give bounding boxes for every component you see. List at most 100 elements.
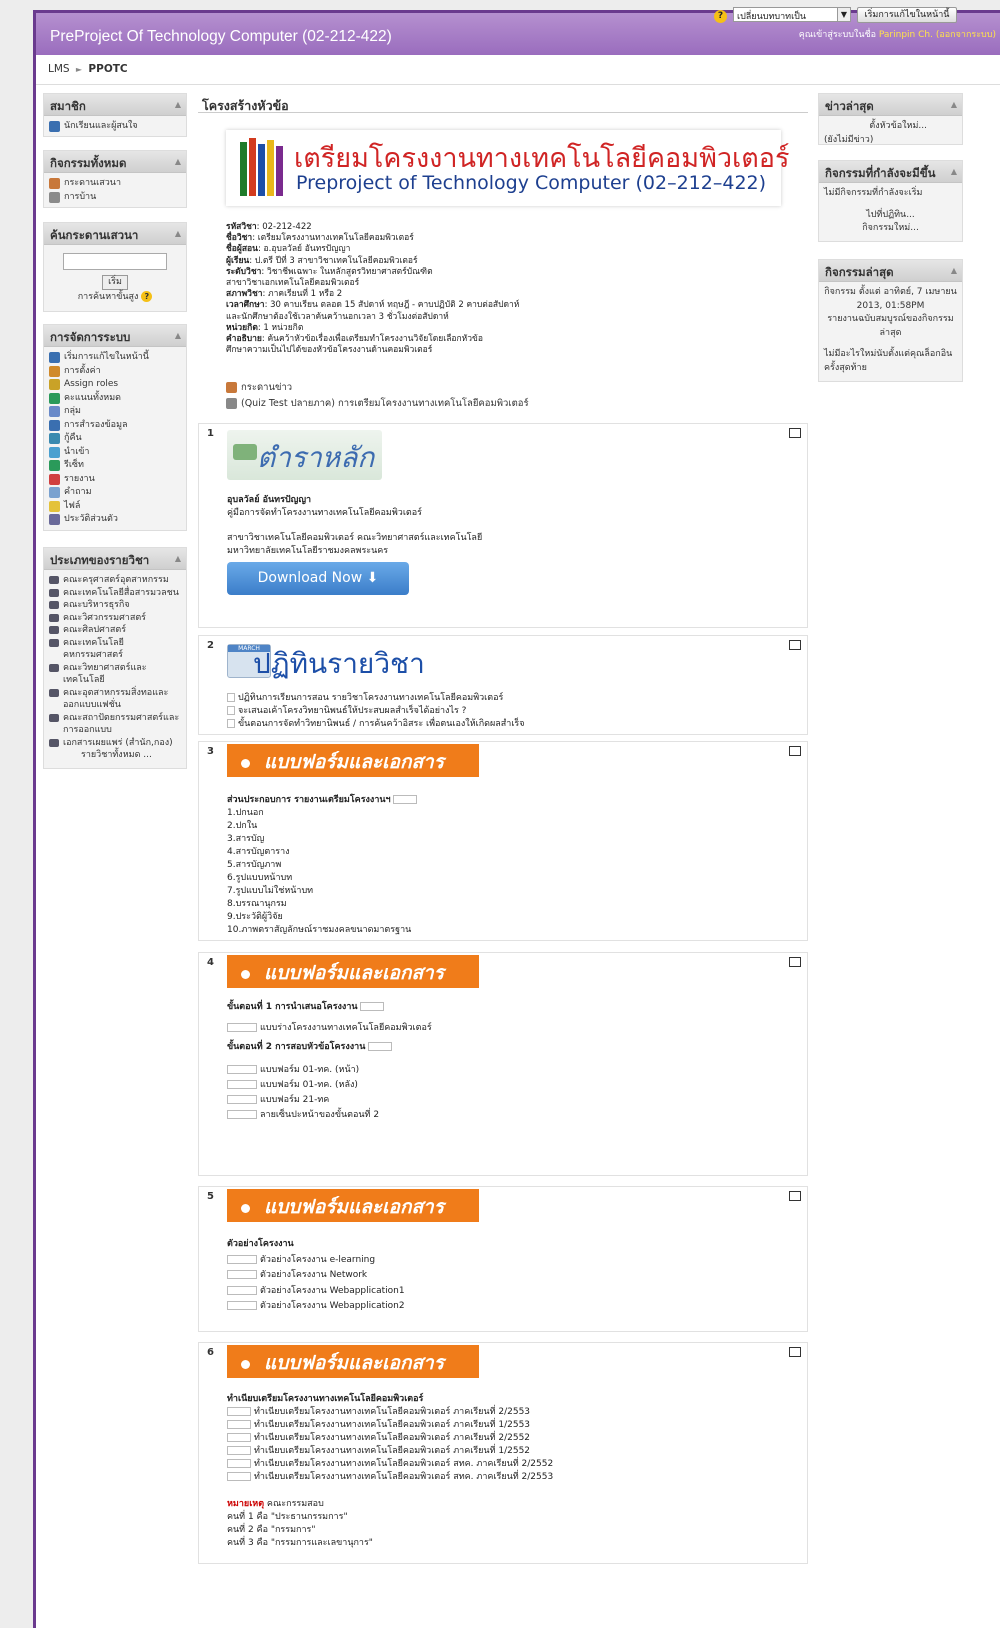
role-select[interactable]: เปลี่ยนบทบาทเป็น ▼	[733, 7, 851, 22]
activity-label: การบ้าน	[64, 191, 97, 202]
highlight-toggle[interactable]	[789, 1347, 801, 1357]
category-item[interactable]: เอกสารเผยแพร่ (สำนัก,กอง)	[49, 737, 181, 750]
download-button[interactable]: Download Now ⬇	[227, 562, 409, 595]
admin-item[interactable]: เริ่มการแก้ไขในหน้านี้	[49, 351, 181, 365]
user-name-link[interactable]: Parinpin Ch.	[879, 30, 933, 40]
resource-link[interactable]: ทำเนียบเตรียมโครงงานทางเทคโนโลยีคอมพิวเต…	[227, 1471, 553, 1484]
chevron-down-icon[interactable]: ▼	[837, 8, 850, 21]
resource-link[interactable]: 1.ปกนอก	[227, 807, 420, 820]
resource-link[interactable]: 4.สารบัญตาราง	[227, 846, 420, 859]
collapse-icon[interactable]: ▲	[175, 100, 181, 109]
resource-link[interactable]: ทำเนียบเตรียมโครงงานทางเทคโนโลยีคอมพิวเต…	[227, 1432, 553, 1445]
block-header: ประเภทของรายวิชา ▲	[44, 548, 186, 570]
admin-item[interactable]: การตั้งค่า	[49, 365, 181, 379]
resource-link[interactable]: 6.รูปแบบหน้าบท	[227, 872, 420, 885]
info-key: คำอธิบาย	[226, 334, 262, 345]
category-item[interactable]: คณะวิทยาศาสตร์และ เทคโนโลยี	[49, 662, 181, 687]
admin-item[interactable]: กลุ่ม	[49, 405, 181, 419]
recent-nothing: ไม่มีอะไรใหม่นับตั้งแต่คุณล็อกอินครั้งสุ…	[824, 349, 953, 373]
category-label: คณะบริหารธุรกิจ	[63, 600, 130, 610]
resource-link[interactable]: ทำเนียบเตรียมโครงงานทางเทคโนโลยีคอมพิวเต…	[227, 1406, 553, 1419]
admin-item-label: Assign roles	[64, 379, 119, 389]
highlight-toggle[interactable]	[789, 428, 801, 438]
admin-item[interactable]: นำเข้า	[49, 446, 181, 460]
help-icon[interactable]: ?	[141, 291, 153, 302]
calendar-link[interactable]: ไปที่ปฏิทิน...	[824, 209, 957, 223]
resource-link[interactable]: ขั้นตอนการจัดทำวิทยานิพนธ์ / การค้นคว้าอ…	[227, 718, 525, 731]
category-item[interactable]: คณะศิลปศาสตร์	[49, 624, 181, 637]
resource-link[interactable]: ทำเนียบเตรียมโครงงานทางเทคโนโลยีคอมพิวเต…	[227, 1458, 553, 1471]
resource-link[interactable]: ทำเนียบเตรียมโครงงานทางเทคโนโลยีคอมพิวเต…	[227, 1419, 553, 1432]
resource-link[interactable]: ตัวอย่างโครงงาน e-learning	[227, 1253, 405, 1269]
admin-item[interactable]: คำถาม	[49, 486, 181, 500]
highlight-toggle[interactable]	[789, 957, 801, 967]
admin-item[interactable]: ประวัติส่วนตัว	[49, 513, 181, 527]
admin-item[interactable]: ไฟล์	[49, 500, 181, 514]
category-item[interactable]: คณะวิศวกรรมศาสตร์	[49, 612, 181, 625]
collapse-icon[interactable]: ▲	[951, 100, 957, 109]
quiz-link[interactable]: (Quiz Test ปลายภาค) การเตรียมโครงงานทางเ…	[226, 396, 529, 411]
resource-link[interactable]: แบบฟอร์ม 01-ทค. (หน้า)	[227, 1063, 432, 1078]
add-news-link[interactable]: ตั้งหัวข้อใหม่...	[824, 120, 957, 134]
resource-link[interactable]: 8.บรรณานุกรม	[227, 898, 420, 911]
admin-item[interactable]: Assign roles	[49, 378, 181, 392]
highlight-toggle[interactable]	[789, 746, 801, 756]
collapse-icon[interactable]: ▲	[951, 266, 957, 275]
resource-link[interactable]: ตัวอย่างโครงงาน Webapplication2	[227, 1299, 405, 1315]
search-go-button[interactable]: เริ่ม	[102, 274, 128, 290]
activity-link-assignment[interactable]: การบ้าน	[49, 191, 181, 205]
admin-item[interactable]: คะแนนทั้งหมด	[49, 392, 181, 406]
resource-link[interactable]: 7.รูปแบบไม่ใช่หน้าบท	[227, 885, 420, 898]
highlight-toggle[interactable]	[789, 640, 801, 650]
admin-item[interactable]: รายงาน	[49, 473, 181, 487]
resource-link[interactable]: 9.ประวัติผู้วิจัย	[227, 911, 420, 924]
resource-link[interactable]: 2.ปกใน	[227, 820, 420, 833]
category-item[interactable]: คณะเทคโนโลยีคหกรรมศาสตร์	[49, 637, 181, 662]
category-item[interactable]: คณะเทคโนโลยีสื่อสารมวลชน	[49, 587, 181, 600]
activity-link-forum[interactable]: กระดานเสวนา	[49, 177, 181, 191]
logout-link[interactable]: (ออกจากระบบ)	[936, 30, 996, 40]
resource-link[interactable]: ตัวอย่างโครงงาน Webapplication1	[227, 1284, 405, 1300]
resource-link[interactable]: ลายเซ็นปะหน้าของขั้นตอนที่ 2	[227, 1108, 432, 1123]
course-info-row: และนักศึกษาต้องใช้เวลาค้นคว้านอกเวลา 3 ช…	[226, 312, 519, 323]
category-item[interactable]: คณะสถาปัตยกรรมศาสตร์และ การออกแบบ	[49, 712, 181, 737]
resource-link[interactable]: จะเสนอเค้าโครงวิทยานิพนธ์ให้ประสบผลสำเร็…	[227, 705, 525, 718]
collapse-icon[interactable]: ▲	[951, 167, 957, 176]
note-item: คนที่ 3 คือ "กรรมการและเลขานุการ"	[227, 1538, 373, 1548]
resource-label: ทำเนียบเตรียมโครงงานทางเทคโนโลยีคอมพิวเต…	[254, 1433, 531, 1443]
bullet-icon	[241, 1203, 250, 1213]
highlight-toggle[interactable]	[789, 1191, 801, 1201]
collapse-icon[interactable]: ▲	[175, 331, 181, 340]
news-forum-link[interactable]: กระดานข่าว	[226, 380, 292, 395]
resource-link[interactable]: แบบฟอร์ม 21-ทค	[227, 1093, 432, 1108]
admin-item[interactable]: รีเซ็ท	[49, 459, 181, 473]
block-header: สมาชิก ▲	[44, 94, 186, 116]
resource-link[interactable]: แบบร่างโครงงานทางเทคโนโลยีคอมพิวเตอร์	[227, 1021, 432, 1036]
resource-link[interactable]: ตัวอย่างโครงงาน Network	[227, 1268, 405, 1284]
collapse-icon[interactable]: ▲	[175, 229, 181, 238]
members-link[interactable]: นักเรียนและผู้สนใจ	[49, 120, 181, 134]
help-icon[interactable]: ?	[714, 10, 727, 23]
category-item[interactable]: คณะครุศาสตร์อุตสาหกรรม	[49, 574, 181, 587]
admin-item[interactable]: การสำรองข้อมูล	[49, 419, 181, 433]
edit-mode-button[interactable]: เริ่มการแก้ไขในหน้านี้	[857, 7, 957, 23]
search-input[interactable]	[63, 253, 167, 270]
breadcrumb-home[interactable]: LMS	[48, 63, 70, 75]
collapse-icon[interactable]: ▲	[175, 554, 181, 563]
advanced-search-link[interactable]: การค้นหาขั้นสูง	[78, 292, 139, 302]
resource-link[interactable]: ปฏิทินการเรียนการสอน รายวิชาโครงงานทางเท…	[227, 692, 525, 705]
category-item[interactable]: คณะบริหารธุรกิจ	[49, 599, 181, 612]
resource-link[interactable]: แบบฟอร์ม 01-ทค. (หลัง)	[227, 1078, 432, 1093]
collapse-icon[interactable]: ▲	[175, 157, 181, 166]
resource-link[interactable]: 10.ภาพตราสัญลักษณ์ราชมงคลขนาดมาตรฐาน	[227, 924, 420, 937]
all-courses-link[interactable]: รายวิชาทั้งหมด ...	[49, 749, 181, 762]
new-event-link[interactable]: กิจกรรมใหม่...	[824, 222, 957, 236]
admin-item[interactable]: กู้คืน	[49, 432, 181, 446]
resource-link[interactable]: 3.สารบัญ	[227, 833, 420, 846]
full-report-link[interactable]: รายงานฉบับสมบูรณ์ของกิจกรรมล่าสุด	[824, 313, 957, 340]
category-icon	[49, 638, 59, 647]
category-item[interactable]: คณะอุตสาหกรรมสิ่งทอและ ออกแบบแฟชั่น	[49, 687, 181, 712]
resource-label: ทำเนียบเตรียมโครงงานทางเทคโนโลยีคอมพิวเต…	[254, 1407, 531, 1417]
resource-link[interactable]: 5.สารบัญภาพ	[227, 859, 420, 872]
resource-link[interactable]: ทำเนียบเตรียมโครงงานทางเทคโนโลยีคอมพิวเต…	[227, 1445, 553, 1458]
